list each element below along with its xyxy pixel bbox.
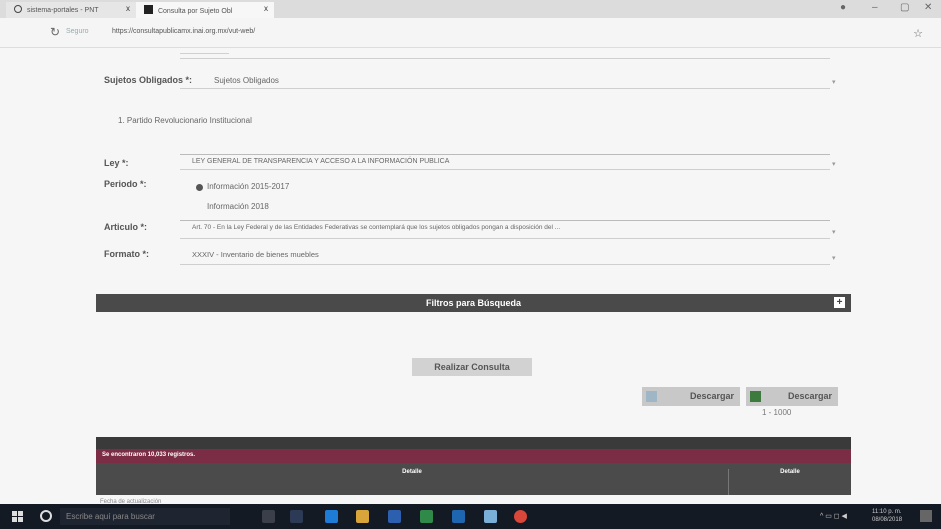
chrome-icon[interactable]	[514, 510, 527, 523]
divider	[180, 58, 830, 59]
chevron-down-icon[interactable]: ▾	[832, 228, 836, 236]
maximize-icon[interactable]: ▢	[900, 2, 909, 13]
taskbar: Escribe aquí para buscar ^ ▭ ◻ ◀ 11:10 p…	[0, 504, 941, 529]
partido-item: 1. Partido Revolucionario Institucional	[118, 116, 252, 125]
time: 11:10 p. m.	[872, 509, 902, 515]
divider	[180, 169, 830, 170]
divider	[180, 264, 830, 265]
filters-bar[interactable]: Filtros para Búsqueda +	[96, 294, 851, 312]
taskbar-search[interactable]: Escribe aquí para buscar	[60, 508, 230, 525]
excel-icon[interactable]	[420, 510, 433, 523]
tab-title: sistema-portales - PNT	[26, 7, 99, 14]
column-detalle: Detalle	[402, 469, 422, 475]
close-tab-icon[interactable]: x	[126, 4, 130, 13]
periodo-option-1[interactable]: Información 2015-2017	[207, 182, 289, 191]
notifications-icon[interactable]	[920, 510, 932, 522]
descargar-label: Descargar	[787, 391, 832, 401]
sujetos-label: Sujetos Obligados *:	[104, 75, 193, 85]
task-view-icon[interactable]	[290, 510, 303, 523]
periodo-radio-selected[interactable]	[196, 184, 203, 191]
reload-icon[interactable]: ↻	[50, 25, 60, 39]
articulo-label: Articulo *:	[104, 222, 148, 232]
filters-title: Filtros para Búsqueda	[425, 298, 522, 308]
site-favicon-icon	[144, 5, 153, 14]
word-icon[interactable]	[388, 510, 401, 523]
chevron-down-icon[interactable]: ▾	[832, 254, 836, 262]
system-tray[interactable]: ^ ▭ ◻ ◀	[820, 512, 847, 520]
browser-tab-consulta[interactable]: Consulta por Sujeto Obl x	[136, 2, 274, 18]
divider	[180, 220, 830, 221]
results-count-bar: Se encontraron 10,033 registros.	[96, 449, 851, 463]
edge-icon[interactable]	[325, 510, 338, 523]
ley-select[interactable]: LEY GENERAL DE TRANSPARENCIA Y ACCESO A …	[192, 158, 449, 165]
periodo-option-2[interactable]: Información 2018	[207, 202, 269, 211]
results-table-header: Detalle Detalle	[96, 463, 851, 495]
task-view-icon[interactable]	[262, 510, 275, 523]
page-content: ——————— Sujetos Obligados *: Sujetos Obl…	[0, 48, 941, 505]
expand-plus-icon[interactable]: +	[834, 297, 845, 308]
chevron-down-icon[interactable]: ▾	[832, 160, 836, 168]
formato-select[interactable]: XXXIV - Inventario de bienes muebles	[192, 250, 319, 259]
windows-start-icon[interactable]	[12, 511, 23, 522]
divider	[180, 238, 830, 239]
cortana-icon[interactable]	[40, 510, 52, 522]
ley-label: Ley *:	[104, 158, 129, 168]
secure-label: Seguro	[66, 28, 89, 35]
articulo-select[interactable]: Art. 70 - En la Ley Federal y de las Ent…	[192, 224, 560, 231]
descargar-button[interactable]: Descargar	[642, 387, 740, 406]
divider	[180, 88, 830, 89]
results-count: Se encontraron 10,033 registros.	[102, 452, 196, 458]
close-tab-icon[interactable]: x	[264, 4, 268, 13]
chevron-down-icon[interactable]: ▾	[832, 78, 836, 86]
file-explorer-icon[interactable]	[356, 510, 369, 523]
page-size-select[interactable]: 1 - 1000	[762, 408, 791, 417]
tab-title: Consulta por Sujeto Obl	[157, 8, 233, 15]
close-window-icon[interactable]: ✕	[924, 2, 932, 13]
excel-icon	[750, 391, 761, 402]
app-icon[interactable]	[484, 510, 497, 523]
clock[interactable]: 11:10 p. m. 08/08/2018	[872, 508, 902, 524]
periodo-label: Periodo *:	[104, 179, 147, 189]
formato-label: Formato *:	[104, 249, 149, 259]
browser-tab-bar: sistema-portales - PNT x Consulta por Su…	[0, 0, 941, 18]
url-field[interactable]: https://consultapublicamx.inai.org.mx/vu…	[112, 28, 255, 35]
results-header-band	[96, 437, 851, 449]
address-bar: ↻ Seguro https://consultapublicamx.inai.…	[0, 18, 941, 48]
realizar-consulta-button[interactable]: Realizar Consulta	[412, 358, 532, 376]
descargar-label: Descargar	[689, 391, 734, 401]
profile-icon[interactable]: ●	[840, 2, 846, 13]
outlook-icon[interactable]	[452, 510, 465, 523]
circle-icon	[14, 5, 22, 13]
descargar-excel-button[interactable]: Descargar	[746, 387, 838, 406]
browser-tab-sistema-portales[interactable]: sistema-portales - PNT x	[6, 2, 136, 18]
minimize-icon[interactable]: –	[872, 2, 878, 13]
column-detalle-2: Detalle	[728, 469, 851, 495]
bookmark-star-icon[interactable]: ☆	[913, 27, 923, 40]
sujetos-select[interactable]: Sujetos Obligados	[214, 76, 279, 85]
partial-field-top: ———————	[180, 50, 229, 57]
download-icon	[646, 391, 657, 402]
divider	[180, 154, 830, 155]
date: 08/08/2018	[872, 517, 903, 523]
